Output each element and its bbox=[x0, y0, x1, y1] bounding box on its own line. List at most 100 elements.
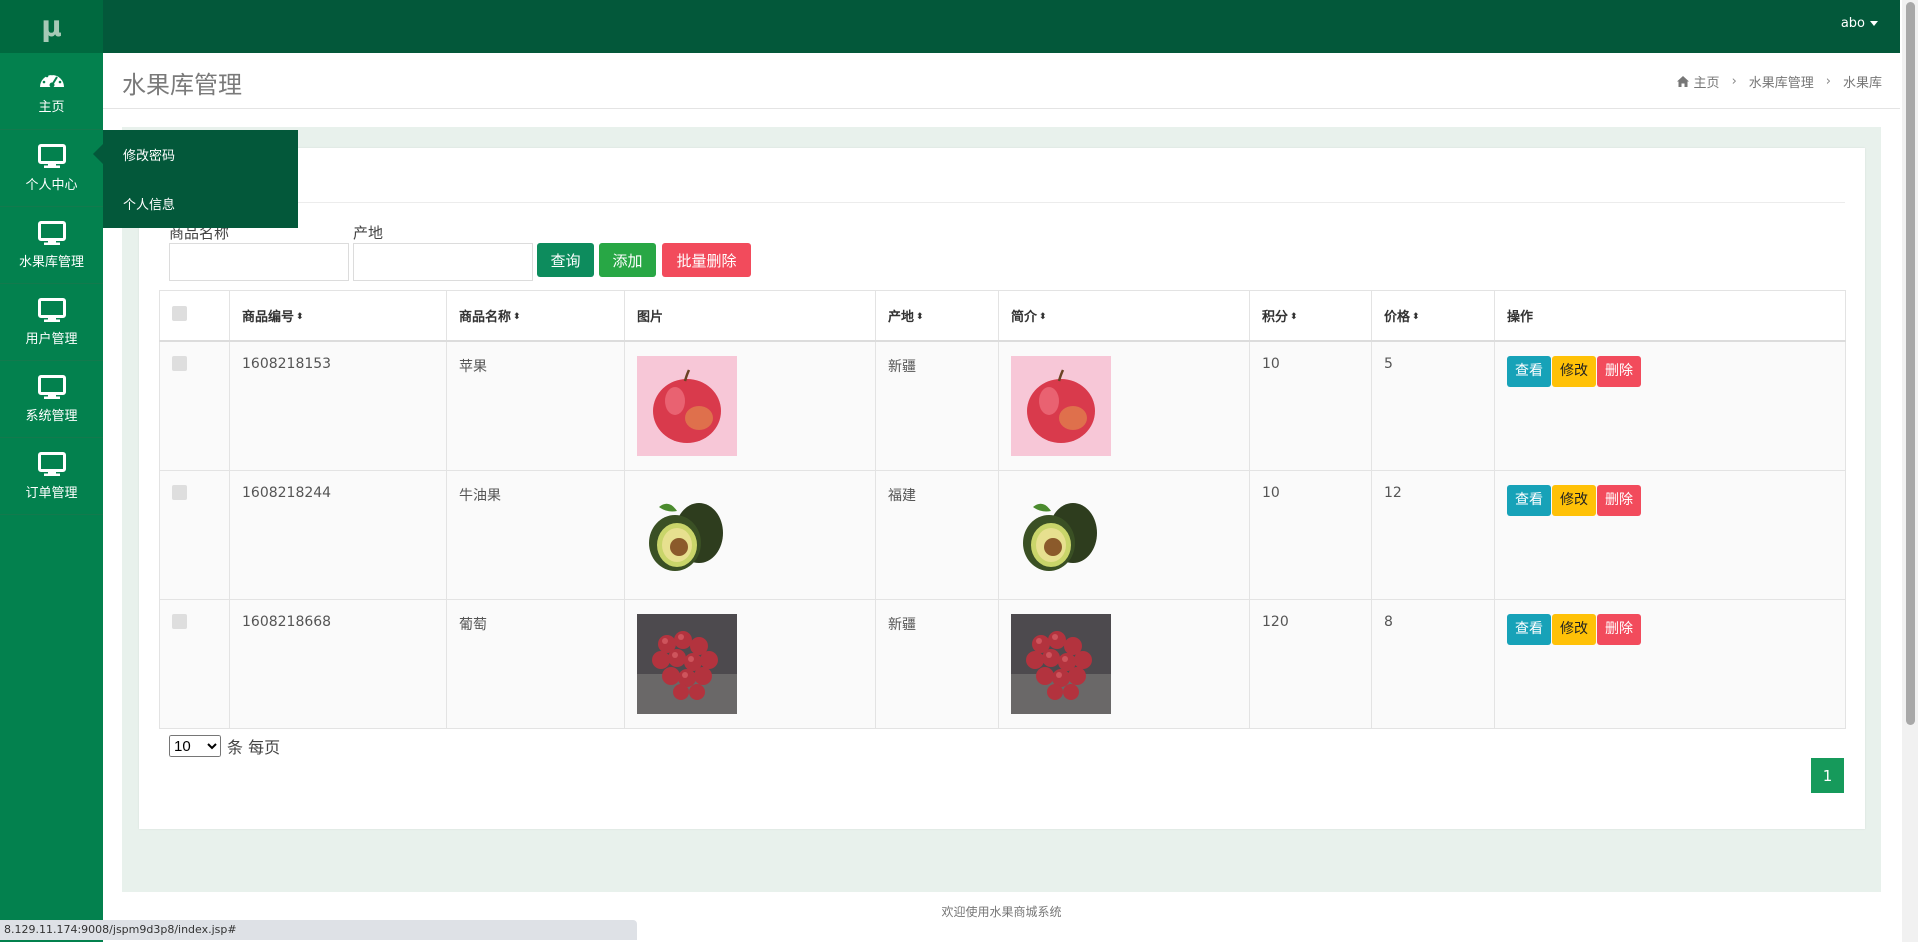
column-header-id[interactable]: 商品编号 ⬍ bbox=[229, 290, 447, 342]
sidebar-item-label: 系统管理 bbox=[25, 408, 78, 424]
cell-intro bbox=[998, 469, 1250, 600]
monitor-icon bbox=[37, 220, 66, 245]
product-name-input[interactable] bbox=[169, 243, 349, 281]
popover-arrow bbox=[93, 144, 103, 164]
cell-points: 10 bbox=[1249, 340, 1372, 471]
sidebar-item-order-management[interactable]: 订单管理 bbox=[0, 438, 103, 515]
card-divider bbox=[139, 202, 1845, 203]
sidebar-item-fruit-management[interactable]: 水果库管理 bbox=[0, 207, 103, 284]
sort-icon: ⬍ bbox=[1412, 311, 1420, 322]
add-button[interactable]: 添加 bbox=[599, 243, 656, 277]
grape-image bbox=[1011, 613, 1111, 714]
sidebar-item-label: 主页 bbox=[38, 99, 65, 115]
sidebar-item-system-management[interactable]: 系统管理 bbox=[0, 361, 103, 438]
table-row: 1608218244 牛油果 福建 10 12 查看 修改 删除 bbox=[159, 469, 1846, 600]
column-header-points[interactable]: 积分 ⬍ bbox=[1249, 290, 1372, 342]
row-checkbox[interactable] bbox=[172, 355, 187, 371]
origin-label: 产地 bbox=[353, 224, 384, 242]
content-card: 商品名称 产地 查询 添加 批量删除 商品编号 ⬍ 商品名称 ⬍ 图片 产地 ⬍ 简介… bbox=[139, 148, 1865, 829]
cell-actions: 查看 修改 删除 bbox=[1494, 340, 1846, 471]
edit-button[interactable]: 修改 bbox=[1552, 355, 1596, 387]
cell-name: 牛油果 bbox=[446, 469, 625, 600]
sidebar-item-user-management[interactable]: 用户管理 bbox=[0, 284, 103, 361]
column-header-intro[interactable]: 简介 ⬍ bbox=[998, 290, 1250, 342]
avocado-image bbox=[637, 484, 737, 585]
row-checkbox[interactable] bbox=[172, 613, 187, 629]
breadcrumb-fruit-management[interactable]: 水果库管理 bbox=[1749, 72, 1814, 91]
column-header-origin[interactable]: 产地 ⬍ bbox=[875, 290, 999, 342]
scrollbar-thumb[interactable] bbox=[1906, 2, 1915, 725]
sort-icon: ⬍ bbox=[916, 311, 924, 322]
user-menu[interactable]: abo bbox=[1841, 16, 1878, 31]
sidebar-item-label: 用户管理 bbox=[25, 331, 78, 347]
breadcrumb-fruit-library: 水果库 bbox=[1842, 76, 1882, 91]
cell-points: 120 bbox=[1249, 598, 1372, 729]
breadcrumb-label: 主页 bbox=[1693, 76, 1720, 91]
cell-id: 1608218668 bbox=[229, 598, 447, 729]
submenu-item-change-password[interactable]: 修改密码 bbox=[103, 130, 298, 179]
page-size-control: 10 条 每页 bbox=[169, 734, 280, 758]
sort-icon: ⬍ bbox=[1039, 311, 1047, 322]
view-button[interactable]: 查看 bbox=[1507, 613, 1551, 645]
submenu-item-personal-info[interactable]: 个人信息 bbox=[103, 179, 298, 228]
column-header-name[interactable]: 商品名称 ⬍ bbox=[446, 290, 625, 342]
app-logo[interactable]: μ bbox=[0, 0, 103, 53]
breadcrumb-home[interactable]: 主页 bbox=[1676, 72, 1720, 91]
fruit-table: 商品编号 ⬍ 商品名称 ⬍ 图片 产地 ⬍ 简介 ⬍ 积分 ⬍ 价格 ⬍ 操作 160821… bbox=[159, 290, 1846, 729]
cell-id: 1608218244 bbox=[229, 469, 447, 600]
origin-input[interactable] bbox=[353, 243, 533, 281]
edit-button[interactable]: 修改 bbox=[1552, 484, 1596, 516]
breadcrumb-separator: › bbox=[1731, 74, 1737, 89]
edit-button[interactable]: 修改 bbox=[1552, 613, 1596, 645]
row-select-cell bbox=[159, 340, 230, 471]
table-header-row: 商品编号 ⬍ 商品名称 ⬍ 图片 产地 ⬍ 简介 ⬍ 积分 ⬍ 价格 ⬍ 操作 bbox=[159, 290, 1846, 342]
cell-id: 1608218153 bbox=[229, 340, 447, 471]
cell-origin: 福建 bbox=[875, 469, 999, 600]
cell-actions: 查看 修改 删除 bbox=[1494, 598, 1846, 729]
home-icon bbox=[1676, 76, 1689, 87]
monitor-icon bbox=[37, 451, 66, 476]
caret-down-icon bbox=[1870, 21, 1878, 26]
row-select-cell bbox=[159, 598, 230, 729]
delete-button[interactable]: 删除 bbox=[1597, 613, 1641, 645]
page-title: 水果库管理 bbox=[122, 71, 242, 99]
sidebar: μ 主页 个人中心 水果库管理 用户管理 系统管理 订单管理 bbox=[0, 0, 103, 942]
view-button[interactable]: 查看 bbox=[1507, 484, 1551, 516]
cell-price: 12 bbox=[1371, 469, 1495, 600]
select-all-cell bbox=[159, 290, 230, 342]
delete-button[interactable]: 删除 bbox=[1597, 355, 1641, 387]
dashboard-icon bbox=[39, 72, 64, 87]
delete-button[interactable]: 删除 bbox=[1597, 484, 1641, 516]
pagination-page-1[interactable]: 1 bbox=[1811, 758, 1844, 793]
breadcrumb-separator: › bbox=[1825, 74, 1831, 89]
batch-delete-button[interactable]: 批量删除 bbox=[662, 243, 751, 277]
sidebar-item-label: 个人中心 bbox=[25, 177, 78, 193]
cell-points: 10 bbox=[1249, 469, 1372, 600]
row-select-cell bbox=[159, 469, 230, 600]
select-all-checkbox[interactable] bbox=[172, 305, 187, 321]
sort-icon: ⬍ bbox=[1290, 311, 1298, 322]
query-button[interactable]: 查询 bbox=[537, 243, 594, 277]
view-button[interactable]: 查看 bbox=[1507, 355, 1551, 387]
personal-center-submenu: 修改密码 个人信息 bbox=[93, 130, 298, 228]
browser-status-bar: 8.129.11.174:9008/jspm9d3p8/index.jsp# bbox=[0, 920, 637, 940]
cell-image bbox=[624, 598, 876, 729]
cell-actions: 查看 修改 删除 bbox=[1494, 469, 1846, 600]
cell-name: 苹果 bbox=[446, 340, 625, 471]
footer: 欢迎使用水果商城系统 bbox=[941, 905, 1062, 919]
apple-image bbox=[637, 355, 737, 456]
cell-intro bbox=[998, 340, 1250, 471]
sidebar-item-personal-center[interactable]: 个人中心 bbox=[0, 130, 103, 207]
column-header-price[interactable]: 价格 ⬍ bbox=[1371, 290, 1495, 342]
page-size-select[interactable]: 10 bbox=[169, 735, 221, 757]
monitor-icon bbox=[37, 143, 66, 168]
avocado-image bbox=[1011, 484, 1111, 585]
scrollbar[interactable] bbox=[1902, 0, 1918, 942]
cell-name: 葡萄 bbox=[446, 598, 625, 729]
row-checkbox[interactable] bbox=[172, 484, 187, 500]
sidebar-item-home[interactable]: 主页 bbox=[0, 53, 103, 130]
username: abo bbox=[1840, 16, 1865, 31]
table-row: 1608218153 苹果 新疆 10 5 查看 修改 删除 bbox=[159, 340, 1846, 471]
cell-intro bbox=[998, 598, 1250, 729]
breadcrumb: 主页 › 水果库管理 › 水果库 bbox=[1676, 72, 1882, 91]
